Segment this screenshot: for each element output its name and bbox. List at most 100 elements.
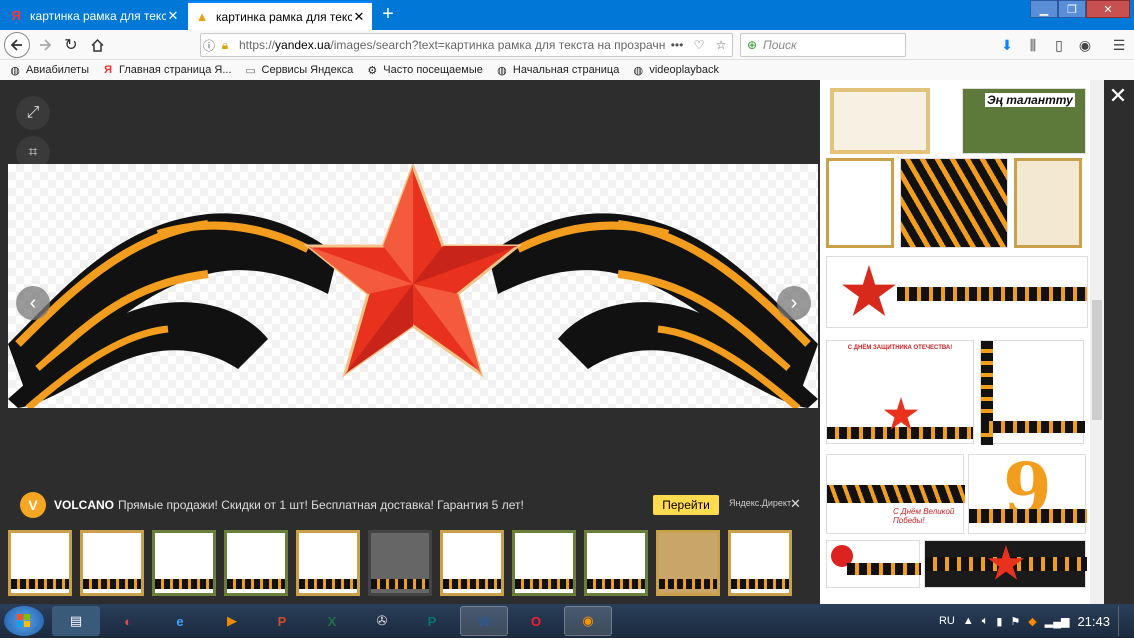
- start-button[interactable]: [4, 606, 44, 636]
- thumbnail[interactable]: [80, 530, 144, 596]
- similar-image[interactable]: [826, 540, 921, 588]
- restore-icon[interactable]: ❐: [1058, 0, 1086, 18]
- url-text: https://yandex.ua/images/search?text=кар…: [239, 38, 666, 52]
- close-viewer-icon[interactable]: ✕: [1106, 83, 1130, 108]
- image-icon: ▲: [195, 9, 209, 24]
- internet-explorer-icon[interactable]: e: [156, 606, 204, 636]
- sidebar-icon[interactable]: ▯: [1048, 35, 1070, 55]
- similar-image[interactable]: [900, 158, 1008, 248]
- thumbnail[interactable]: [152, 530, 216, 596]
- page-actions-icon[interactable]: •••: [666, 38, 688, 52]
- similar-image[interactable]: [826, 158, 894, 248]
- windows-taskbar: ▤ ◐ e ▶ P X ✇ P W O ◉ RU ▲ 🔈︎ ▮ ⚑ ◆ ▂▄▆ …: [0, 604, 1134, 638]
- similar-image[interactable]: С ДНЁМ ЗАЩИТНИКА ОТЕЧЕСТВА!: [826, 340, 974, 444]
- excel-icon[interactable]: X: [308, 606, 356, 636]
- downloads-icon[interactable]: ⬇: [996, 35, 1018, 55]
- close-tab-icon[interactable]: ✕: [166, 8, 180, 24]
- clock[interactable]: 21:43: [1077, 614, 1110, 629]
- bookmark-star-icon[interactable]: ☆: [710, 38, 732, 52]
- bookmark-item[interactable]: ◍ Авиабилеты: [8, 63, 89, 77]
- folder-icon: ▭: [245, 64, 256, 77]
- powerpoint-icon[interactable]: P: [258, 606, 306, 636]
- media-player-icon[interactable]: ▶: [208, 606, 256, 636]
- library-icon[interactable]: ⫼: [1022, 35, 1044, 55]
- word-icon[interactable]: W: [460, 606, 508, 636]
- thumbnail[interactable]: [440, 530, 504, 596]
- arrow-right-icon: [40, 39, 52, 51]
- power-icon[interactable]: ▮: [996, 615, 1002, 628]
- url-bar[interactable]: ⓘ 🔒︎ https://yandex.ua/images/search?tex…: [200, 33, 733, 57]
- image-caption: С Днём Великой Победы!: [893, 507, 955, 525]
- globe-icon: ◍: [10, 64, 20, 77]
- volume-icon[interactable]: 🔈︎: [982, 615, 989, 628]
- info-icon[interactable]: ⓘ: [201, 37, 217, 54]
- network-icon[interactable]: ▂▄▆: [1045, 615, 1070, 628]
- similar-image[interactable]: [1014, 158, 1082, 248]
- similar-image[interactable]: [924, 540, 1087, 588]
- bookmark-item[interactable]: ▭ Сервисы Яндекса: [244, 63, 353, 77]
- tab-yandex[interactable]: Я картинка рамка для текста на п ✕: [2, 1, 186, 30]
- account-icon[interactable]: ◉: [1074, 35, 1096, 55]
- tab-images[interactable]: ▲ картинка рамка для текста на п ✕: [188, 1, 372, 30]
- ribbon-star-artwork: [8, 164, 818, 408]
- thumbnail-strip: [8, 530, 820, 598]
- show-hidden-icons-icon[interactable]: ▲: [963, 615, 974, 627]
- home-button[interactable]: [84, 33, 110, 57]
- forward-button[interactable]: [32, 33, 58, 57]
- lock-icon[interactable]: 🔒︎: [217, 38, 233, 53]
- reload-icon: ↻: [64, 37, 78, 54]
- similar-image[interactable]: Эң талантту: [962, 88, 1086, 154]
- globe-icon: ◍: [497, 64, 507, 77]
- bookmark-item[interactable]: Я Главная страница Я...: [101, 63, 231, 77]
- minimize-icon[interactable]: ▁: [1030, 0, 1058, 18]
- opera-icon[interactable]: O: [512, 606, 560, 636]
- bookmark-item[interactable]: ◍ Начальная страница: [495, 63, 619, 77]
- similar-image[interactable]: С Днём Великой Победы!: [826, 454, 965, 534]
- language-indicator[interactable]: RU: [939, 615, 955, 627]
- thumbnail[interactable]: [8, 530, 72, 596]
- bookmark-item[interactable]: ⚙ Часто посещаемые: [365, 63, 483, 77]
- thumbnail[interactable]: [296, 530, 360, 596]
- video-editor-icon[interactable]: ✇: [358, 606, 406, 636]
- ad-go-button[interactable]: Перейти: [653, 495, 719, 515]
- search-engine-icon: ⊕: [746, 38, 758, 52]
- thumbnail[interactable]: [728, 530, 792, 596]
- back-button[interactable]: [4, 32, 30, 58]
- search-bar[interactable]: ⊕ Поиск: [740, 33, 906, 57]
- close-ad-icon[interactable]: ✕: [790, 496, 801, 512]
- ad-text: Прямые продажи! Скидки от 1 шт! Бесплатн…: [118, 498, 524, 512]
- show-desktop-button[interactable]: [1118, 606, 1126, 636]
- new-tab-button[interactable]: +: [376, 3, 400, 25]
- similar-image[interactable]: [830, 88, 930, 154]
- publisher-icon[interactable]: P: [408, 606, 456, 636]
- navigation-bar: ↻ ⓘ 🔒︎ https://yandex.ua/images/search?t…: [0, 30, 1134, 60]
- close-tab-icon[interactable]: ✕: [352, 9, 366, 25]
- tab-strip: Я картинка рамка для текста на п ✕ ▲ кар…: [0, 0, 1134, 30]
- bookmark-item[interactable]: ◍ videoplayback: [631, 63, 720, 77]
- similar-image[interactable]: [826, 256, 1088, 328]
- pocket-icon[interactable]: ♡: [688, 38, 710, 52]
- flag-icon[interactable]: ⚑: [1010, 615, 1020, 628]
- reload-button[interactable]: ↻: [58, 33, 84, 57]
- next-image-button[interactable]: ›: [777, 286, 811, 320]
- thumbnail[interactable]: [512, 530, 576, 596]
- thumbnail[interactable]: [656, 530, 720, 596]
- scrollbar-thumb[interactable]: [1092, 300, 1102, 420]
- fullscreen-icon[interactable]: ⤢: [16, 96, 50, 130]
- similar-image[interactable]: 9: [968, 447, 1087, 534]
- thumbnail[interactable]: [224, 530, 288, 596]
- menu-icon[interactable]: ☰: [1108, 35, 1130, 55]
- explorer-icon[interactable]: ▤: [52, 606, 100, 636]
- antivirus-icon[interactable]: ◆: [1028, 615, 1036, 628]
- system-tray: RU ▲ 🔈︎ ▮ ⚑ ◆ ▂▄▆ 21:43: [939, 604, 1126, 638]
- thumbnail[interactable]: [368, 530, 432, 596]
- previous-image-button[interactable]: ‹: [16, 286, 50, 320]
- similar-image[interactable]: [980, 340, 1085, 445]
- ccleaner-icon[interactable]: ◐: [104, 606, 152, 636]
- panel-scrollbar[interactable]: [1090, 80, 1104, 604]
- thumbnail[interactable]: [584, 530, 648, 596]
- close-window-icon[interactable]: ✕: [1086, 0, 1130, 18]
- volcano-logo-icon: V: [20, 492, 46, 518]
- bookmarks-toolbar: ◍ Авиабилеты Я Главная страница Я... ▭ С…: [0, 60, 1134, 80]
- firefox-icon[interactable]: ◉: [564, 606, 612, 636]
